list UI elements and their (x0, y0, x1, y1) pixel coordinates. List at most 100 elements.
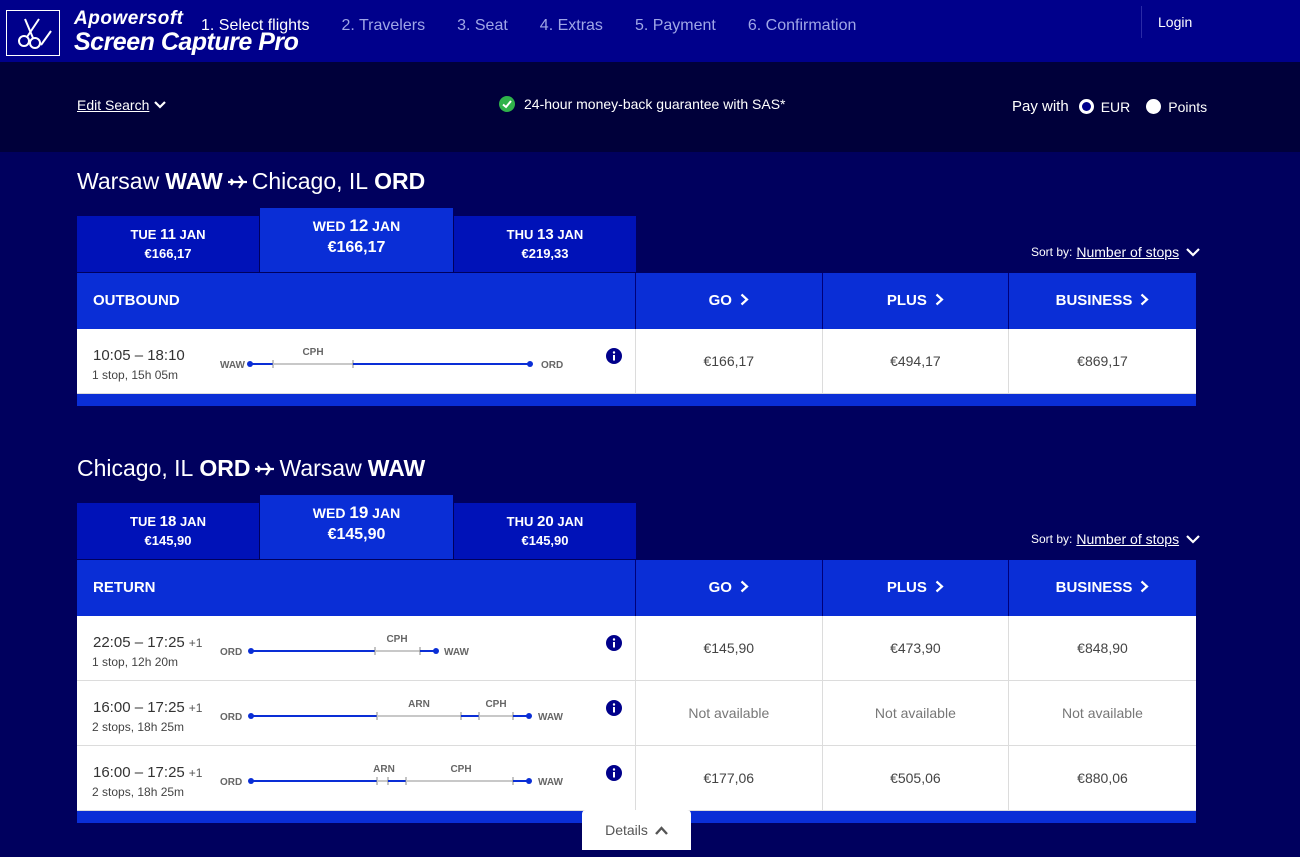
price-business[interactable]: €869,17 (1009, 329, 1196, 393)
pay-points-label: Points (1168, 98, 1208, 115)
flight-row[interactable]: 10:05 – 18:10 1 stop, 15h 05m WAW CPH OR… (77, 329, 1196, 394)
date-tab-next[interactable]: THU 20 JAN €145,90 (454, 503, 636, 559)
outbound-table-footer (77, 394, 1196, 406)
flight-times: 16:00 – 17:25 +1 (93, 764, 202, 781)
price-go[interactable]: €166,17 (636, 329, 823, 393)
date-day: 19 (349, 503, 369, 522)
login-link[interactable]: Login (1158, 14, 1192, 30)
route-origin-code: WAW (220, 360, 246, 371)
step-select-flights[interactable]: 1. Select flights (201, 17, 310, 35)
info-icon[interactable] (606, 635, 622, 651)
flight-times: 16:00 – 17:25 +1 (93, 699, 202, 716)
edit-search-label: Edit Search (77, 97, 150, 113)
chevron-right-icon (1141, 293, 1149, 306)
pay-eur-label: EUR (1100, 98, 1131, 115)
route-destination-code: WAW (538, 777, 564, 788)
destination-city: Chicago, IL (251, 168, 369, 194)
details-label: Details (605, 822, 648, 838)
step-confirmation[interactable]: 6. Confirmation (748, 17, 857, 35)
date-dow: THU (506, 227, 534, 242)
price-plus[interactable]: €473,90 (823, 616, 1010, 680)
date-month: JAN (179, 227, 206, 242)
next-day-indicator: +1 (188, 636, 203, 650)
date-day: 18 (159, 513, 177, 530)
date-price: €219,33 (521, 246, 569, 261)
price-go[interactable]: €145,90 (636, 616, 823, 680)
step-travelers[interactable]: 2. Travelers (342, 17, 426, 35)
outbound-sort: Sort by: Number of stops (1031, 244, 1200, 260)
watermark-brand: Apowersoft (74, 8, 184, 29)
price-business[interactable]: €880,06 (1009, 746, 1196, 810)
nav-divider (1141, 6, 1142, 38)
airplane-icon (255, 461, 275, 476)
destination-code: ORD (374, 168, 426, 194)
date-tab-prev[interactable]: TUE 11 JAN €166,17 (77, 216, 259, 272)
flight-row[interactable]: 16:00 – 17:25 +1 2 stops, 18h 25m ORD ARN… (77, 746, 1196, 811)
date-tab-selected[interactable]: WED 19 JAN €145,90 (260, 495, 453, 559)
flight-row[interactable]: 22:05 – 17:25 +1 1 stop, 12h 20m ORD CPH … (77, 616, 1196, 681)
flight-stops: 2 stops, 18h 25m (92, 720, 185, 734)
search-bar: Edit Search 24-hour money-back guarantee… (0, 62, 1300, 152)
route-destination-code: WAW (538, 712, 564, 723)
top-nav: Apowersoft Screen Capture Pro 1. Select … (0, 0, 1300, 62)
route-via-code: CPH (450, 764, 471, 775)
step-payment[interactable]: 5. Payment (635, 17, 716, 35)
flight-time-range: 10:05 – 18:10 (93, 347, 185, 364)
price-business: Not available (1062, 705, 1143, 721)
sort-label: Sort by: (1031, 245, 1073, 259)
sort-dropdown[interactable]: Number of stops (1076, 531, 1179, 547)
chevron-up-icon (655, 825, 668, 835)
price-plus[interactable]: €505,06 (823, 746, 1010, 810)
pay-with-label: Pay with (1012, 98, 1069, 115)
chevron-down-icon (1186, 534, 1200, 544)
date-tab-prev[interactable]: TUE 18 JAN €145,90 (77, 503, 259, 559)
class-go-header[interactable]: GO (636, 560, 823, 616)
flight-time-range: 16:00 – 17:25 (93, 699, 185, 716)
step-seat[interactable]: 3. Seat (457, 17, 508, 35)
pay-points-radio[interactable]: Points (1146, 99, 1207, 115)
info-icon[interactable] (606, 765, 622, 781)
info-icon[interactable] (606, 348, 622, 364)
chevron-right-icon (935, 580, 944, 593)
return-route-title: Chicago, IL ORD Warsaw WAW (77, 455, 425, 482)
class-business-header[interactable]: BUSINESS (1009, 273, 1196, 329)
flight-time-range: 22:05 – 17:25 (93, 634, 185, 651)
flight-time-range: 16:00 – 17:25 (93, 764, 185, 781)
date-dow: THU (506, 514, 534, 529)
price-go[interactable]: €177,06 (636, 746, 823, 810)
date-day: 20 (537, 513, 554, 530)
details-toggle[interactable]: Details (582, 810, 691, 850)
route-diagram: WAW CPH ORD (220, 347, 563, 371)
date-dow: TUE (130, 227, 157, 242)
price-business[interactable]: €848,90 (1009, 616, 1196, 680)
route-via-code: CPH (386, 634, 407, 645)
info-icon[interactable] (606, 700, 622, 716)
class-plus-label: PLUS (886, 292, 927, 309)
sort-dropdown[interactable]: Number of stops (1076, 244, 1179, 260)
date-price: €145,90 (327, 526, 386, 543)
route-via-code: CPH (485, 699, 506, 710)
edit-search-link[interactable]: Edit Search (77, 97, 167, 113)
class-plus-header[interactable]: PLUS (823, 273, 1010, 329)
date-dow: TUE (130, 514, 157, 529)
flight-info: 22:05 – 17:25 +1 1 stop, 12h 20m ORD CPH … (77, 616, 636, 680)
route-diagram: ORD ARN CPH WAW (220, 764, 564, 788)
flight-info: 16:00 – 17:25 +1 2 stops, 18h 25m ORD ARN… (77, 681, 636, 745)
date-tab-selected[interactable]: WED 12 JAN €166,17 (260, 208, 453, 272)
pay-eur-radio[interactable]: EUR (1078, 98, 1131, 115)
flight-row[interactable]: 16:00 – 17:25 +1 2 stops, 18h 25m ORD ARN… (77, 681, 1196, 746)
class-go-header[interactable]: GO (636, 273, 823, 329)
class-go-label: GO (708, 579, 732, 596)
class-business-header[interactable]: BUSINESS (1009, 560, 1196, 616)
class-business-label: BUSINESS (1055, 579, 1133, 596)
price-go: Not available (636, 681, 823, 745)
chevron-right-icon (740, 580, 749, 593)
date-tab-next[interactable]: THU 13 JAN €219,33 (454, 216, 636, 272)
class-plus-header[interactable]: PLUS (823, 560, 1010, 616)
price-plus[interactable]: €494,17 (823, 329, 1010, 393)
route-destination-code: ORD (541, 360, 563, 371)
route-via-code: CPH (302, 347, 323, 358)
return-label: RETURN (77, 560, 636, 616)
flight-times: 10:05 – 18:10 (93, 347, 185, 364)
step-extras[interactable]: 4. Extras (540, 17, 603, 35)
